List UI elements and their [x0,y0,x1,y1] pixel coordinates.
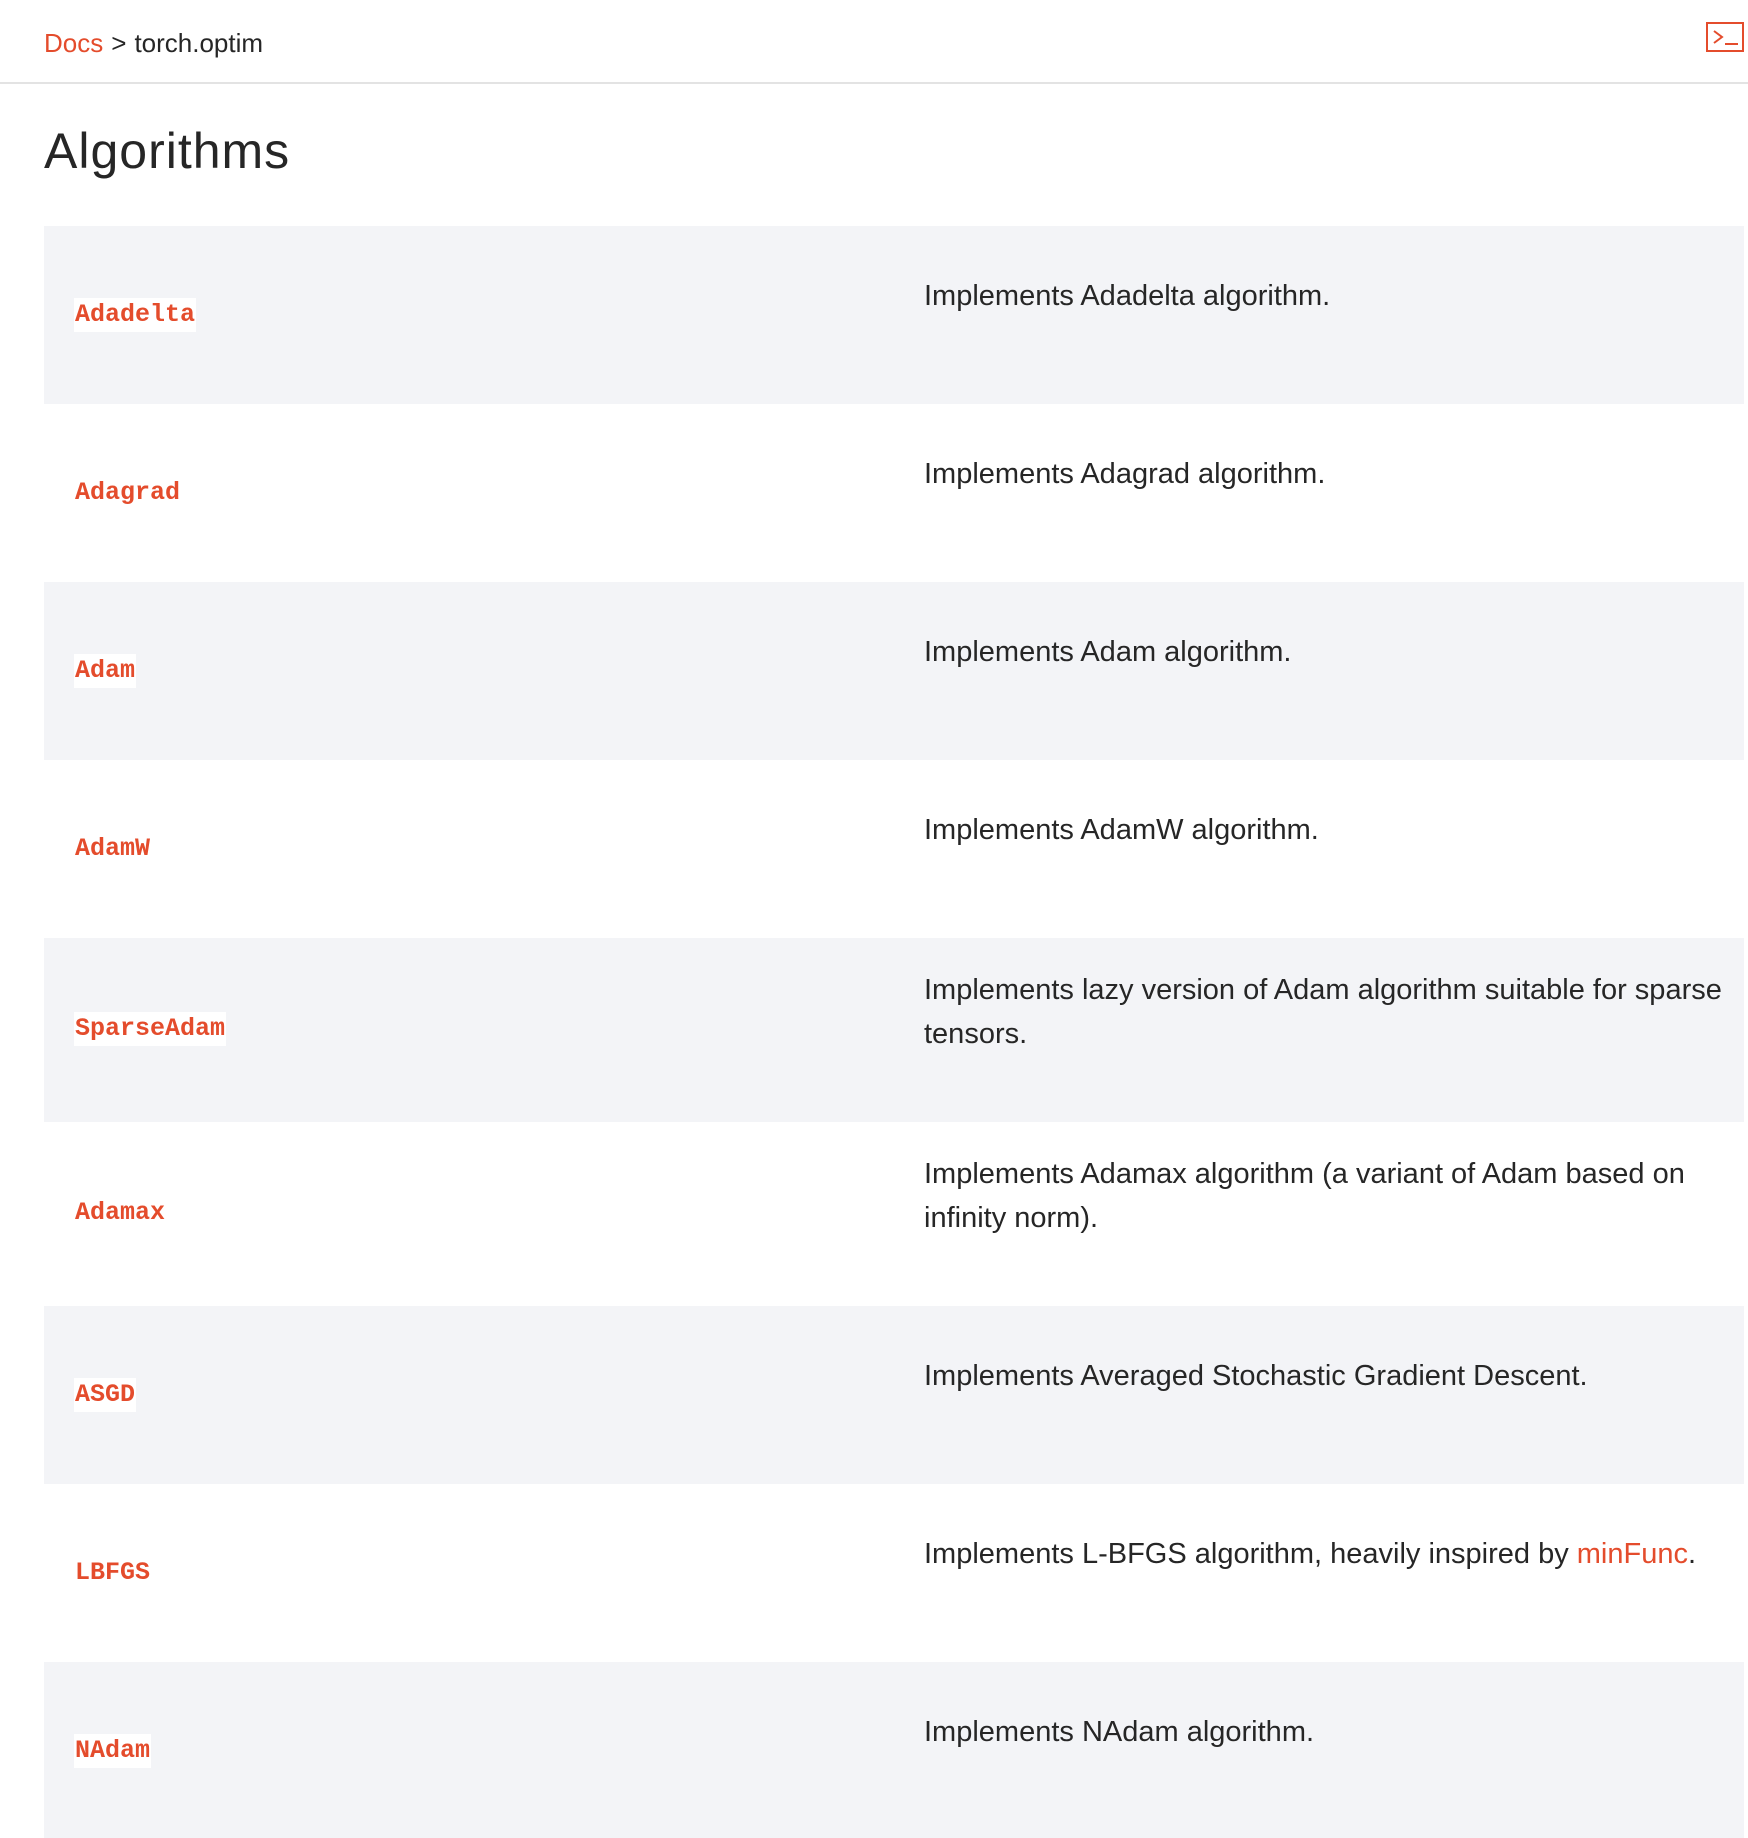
terminal-prompt-icon [1713,30,1738,45]
table-row: SparseAdam Implements lazy version of Ad… [44,938,1744,1122]
table-row: Adamax Implements Adamax algorithm (a va… [44,1122,1744,1306]
minfunc-link[interactable]: minFunc [1577,1538,1688,1570]
algorithm-description: Implements Adadelta algorithm. [924,280,1331,312]
algorithm-link-adadelta[interactable]: Adadelta [74,298,197,332]
algorithm-link-adam[interactable]: Adam [74,654,137,688]
algorithm-description: Implements Adamax algorithm (a variant o… [924,1158,1685,1234]
table-row: ASGD Implements Averaged Stochastic Grad… [44,1306,1744,1484]
algorithm-description: Implements AdamW algorithm. [924,814,1319,846]
top-bar: Docs > torch.optim [0,0,1748,84]
table-row: Adagrad Implements Adagrad algorithm. [44,404,1744,582]
description-text: . [1687,1538,1697,1570]
algorithm-link-adamw[interactable]: AdamW [74,832,152,866]
algorithm-link-adamax[interactable]: Adamax [74,1196,167,1230]
breadcrumb-docs-link[interactable]: Docs [44,28,103,58]
breadcrumb-current: torch.optim [134,28,264,58]
description-text: Implements L-BFGS algorithm, heavily ins… [924,1538,1577,1570]
algorithm-description: Implements L-BFGS algorithm, heavily ins… [924,1532,1724,1576]
page-title: Algorithms [44,123,291,179]
breadcrumb: Docs > torch.optim [44,24,263,62]
algorithm-link-nadam[interactable]: NAdam [74,1734,152,1768]
algorithm-description: Implements Averaged Stochastic Gradient … [924,1360,1588,1392]
table-row: NAdam Implements NAdam algorithm. [44,1662,1744,1838]
algorithm-description: Implements Adagrad algorithm. [924,458,1326,490]
algorithm-link-asgd[interactable]: ASGD [74,1378,137,1412]
algorithm-description: Implements NAdam algorithm. [924,1716,1315,1748]
table-row: LBFGS Implements L-BFGS algorithm, heavi… [44,1484,1744,1662]
algorithm-description: Implements Adam algorithm. [924,636,1292,668]
table-row: Adam Implements Adam algorithm. [44,582,1744,760]
breadcrumb-separator: > [111,28,127,58]
table-row: Adadelta Implements Adadelta algorithm. [44,226,1744,404]
algorithm-link-adagrad[interactable]: Adagrad [74,476,182,510]
page: Docs > torch.optim Algorithms Adadelta Imp… [0,0,1748,1838]
terminal-prompt-button[interactable] [1706,22,1744,52]
algorithm-link-lbfgs[interactable]: LBFGS [74,1556,152,1590]
algorithm-link-sparseadam[interactable]: SparseAdam [74,1012,227,1046]
algorithm-description: Implements lazy version of Adam algorith… [924,974,1722,1050]
algorithms-table: Adadelta Implements Adadelta algorithm. … [44,226,1744,1838]
table-row: AdamW Implements AdamW algorithm. [44,760,1744,938]
